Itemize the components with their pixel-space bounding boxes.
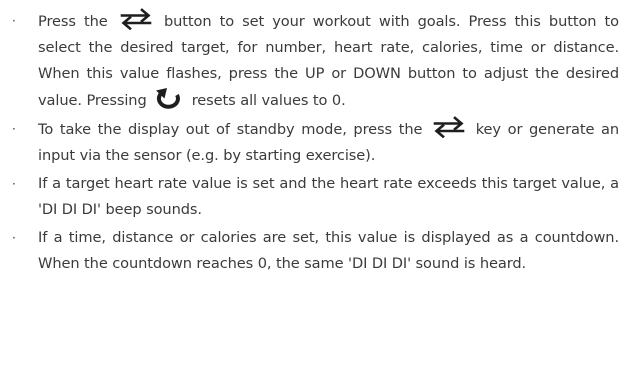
bullet: · xyxy=(12,177,16,191)
item-text: To take the display out of standby mode,… xyxy=(38,121,423,138)
item-text: If a time, distance or calories are set,… xyxy=(38,229,619,272)
list-item: · If a time, distance or calories are se… xyxy=(10,225,619,277)
reset-arrow-icon xyxy=(154,87,184,109)
list-item: · Press the button to set your workout w… xyxy=(10,8,619,114)
list-item: · To take the display out of standby mod… xyxy=(10,116,619,169)
swap-arrows-icon xyxy=(432,116,466,138)
item-text: resets all values to 0. xyxy=(191,92,346,109)
list-item: · If a target heart rate value is set an… xyxy=(10,171,619,223)
bullet: · xyxy=(12,122,16,136)
item-text: Press the xyxy=(38,13,108,30)
bullet: · xyxy=(12,14,16,28)
item-text: If a target heart rate value is set and … xyxy=(38,175,619,218)
bullet: · xyxy=(12,231,16,245)
swap-arrows-icon xyxy=(119,8,153,30)
document-page: · Press the button to set your workout w… xyxy=(0,0,627,384)
instruction-list: · Press the button to set your workout w… xyxy=(10,8,619,277)
